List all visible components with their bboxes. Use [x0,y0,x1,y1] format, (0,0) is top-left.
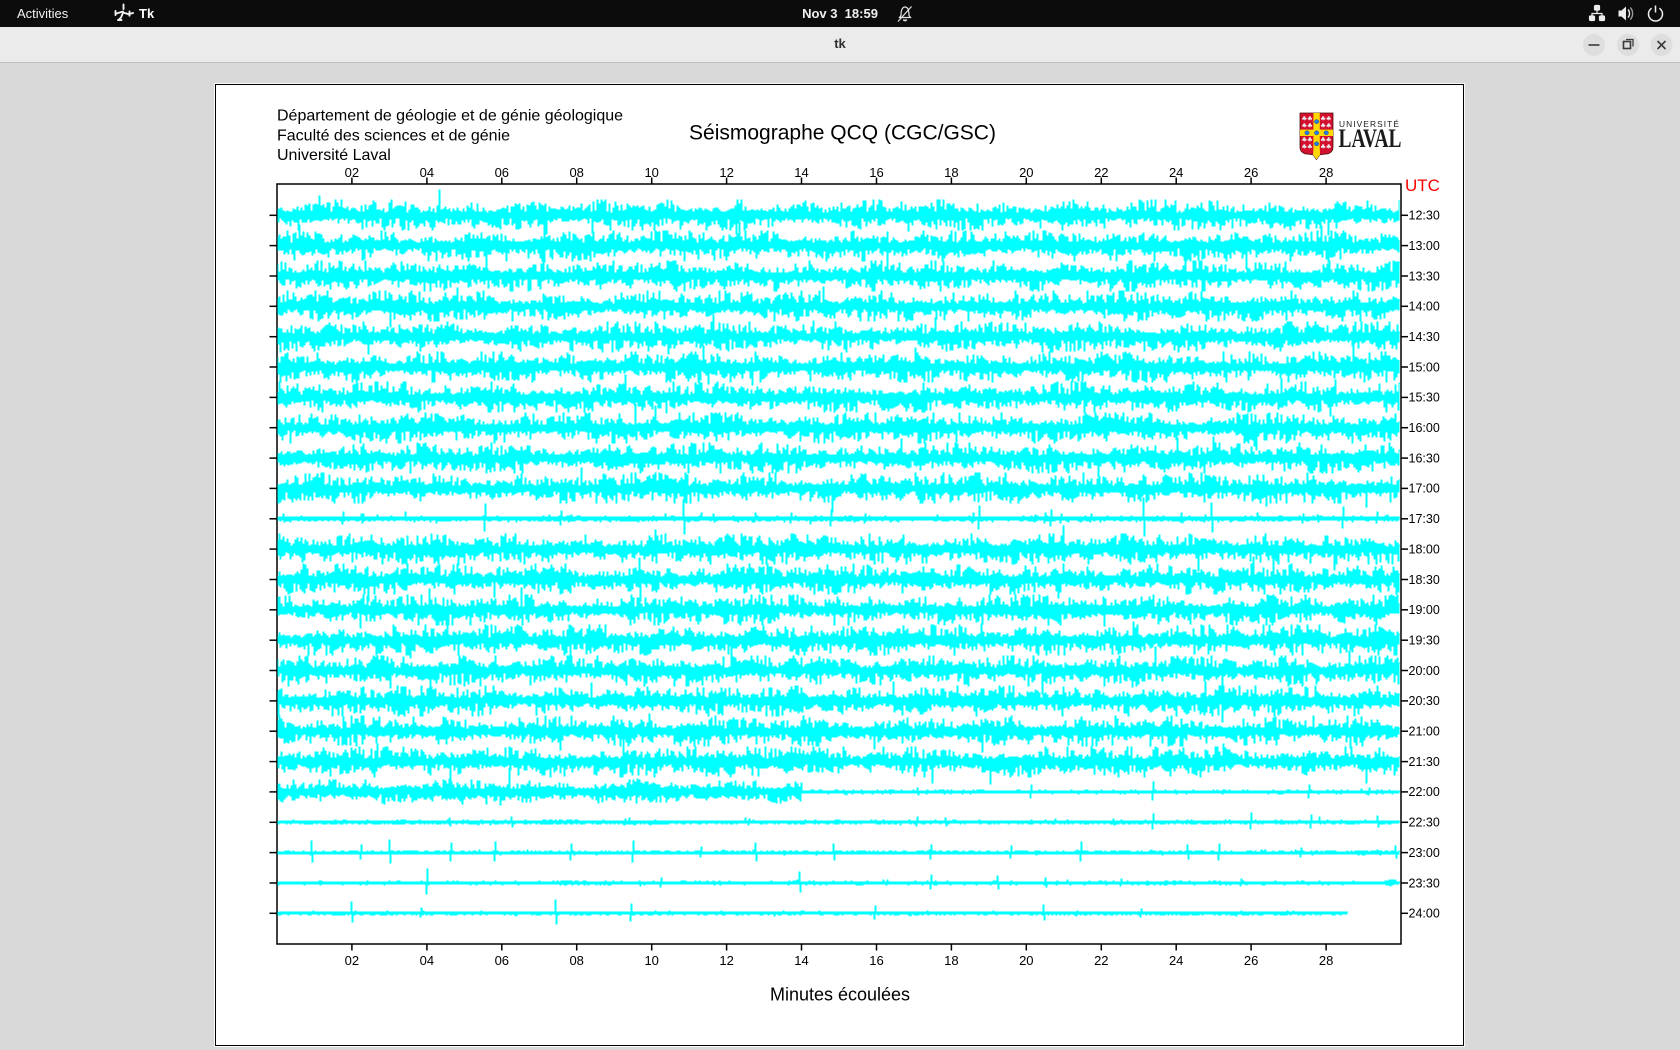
svg-text:10: 10 [644,953,658,968]
svg-text:08: 08 [569,953,583,968]
svg-text:22: 22 [1094,165,1108,180]
svg-text:20: 20 [1019,953,1033,968]
svg-text:04: 04 [420,165,434,180]
svg-text:02: 02 [345,165,359,180]
svg-text:26: 26 [1244,165,1258,180]
svg-text:16: 16 [869,953,883,968]
svg-text:21:30: 21:30 [1409,755,1440,769]
svg-text:17:00: 17:00 [1409,482,1440,496]
svg-text:12:30: 12:30 [1409,209,1440,223]
svg-text:14: 14 [794,165,808,180]
svg-text:23:00: 23:00 [1409,846,1440,860]
svg-text:10: 10 [644,165,658,180]
svg-text:19:00: 19:00 [1409,603,1440,617]
svg-text:UTC: UTC [1405,176,1440,195]
svg-text:13:00: 13:00 [1409,239,1440,253]
svg-text:06: 06 [495,165,509,180]
svg-text:Université Laval: Université Laval [277,147,391,164]
svg-text:22:00: 22:00 [1409,785,1440,799]
svg-text:13:30: 13:30 [1409,269,1440,283]
svg-text:15:30: 15:30 [1409,391,1440,405]
svg-text:24: 24 [1169,953,1183,968]
svg-text:Minutes écoulées: Minutes écoulées [770,985,910,1005]
svg-text:24: 24 [1169,165,1183,180]
svg-text:02: 02 [345,953,359,968]
svg-text:14:30: 14:30 [1409,330,1440,344]
svg-text:28: 28 [1319,165,1333,180]
svg-text:12: 12 [719,953,733,968]
svg-text:14:00: 14:00 [1409,300,1440,314]
svg-text:04: 04 [420,953,434,968]
svg-text:23:30: 23:30 [1409,876,1440,890]
svg-text:15:00: 15:00 [1409,360,1440,374]
svg-text:Département de géologie et de: Département de géologie et de génie géol… [277,107,623,124]
svg-text:24:00: 24:00 [1409,907,1440,921]
svg-text:Séismographe QCQ (CGC/GSC): Séismographe QCQ (CGC/GSC) [689,122,996,145]
svg-text:16: 16 [869,165,883,180]
svg-text:LAVAL: LAVAL [1339,123,1402,153]
svg-text:18:00: 18:00 [1409,542,1440,556]
svg-text:16:00: 16:00 [1409,421,1440,435]
svg-text:08: 08 [569,165,583,180]
svg-text:19:30: 19:30 [1409,634,1440,648]
svg-text:22: 22 [1094,953,1108,968]
svg-text:18: 18 [944,165,958,180]
svg-text:26: 26 [1244,953,1258,968]
svg-text:20:30: 20:30 [1409,694,1440,708]
svg-text:18: 18 [944,953,958,968]
svg-text:20: 20 [1019,165,1033,180]
svg-text:18:30: 18:30 [1409,573,1440,587]
svg-text:20:00: 20:00 [1409,664,1440,678]
svg-text:28: 28 [1319,953,1333,968]
svg-text:14: 14 [794,953,808,968]
svg-text:Faculté des sciences et de gén: Faculté des sciences et de génie [277,127,510,144]
svg-text:22:30: 22:30 [1409,816,1440,830]
svg-text:12: 12 [719,165,733,180]
svg-text:21:00: 21:00 [1409,725,1440,739]
svg-text:17:30: 17:30 [1409,512,1440,526]
svg-text:06: 06 [495,953,509,968]
svg-text:16:30: 16:30 [1409,451,1440,465]
